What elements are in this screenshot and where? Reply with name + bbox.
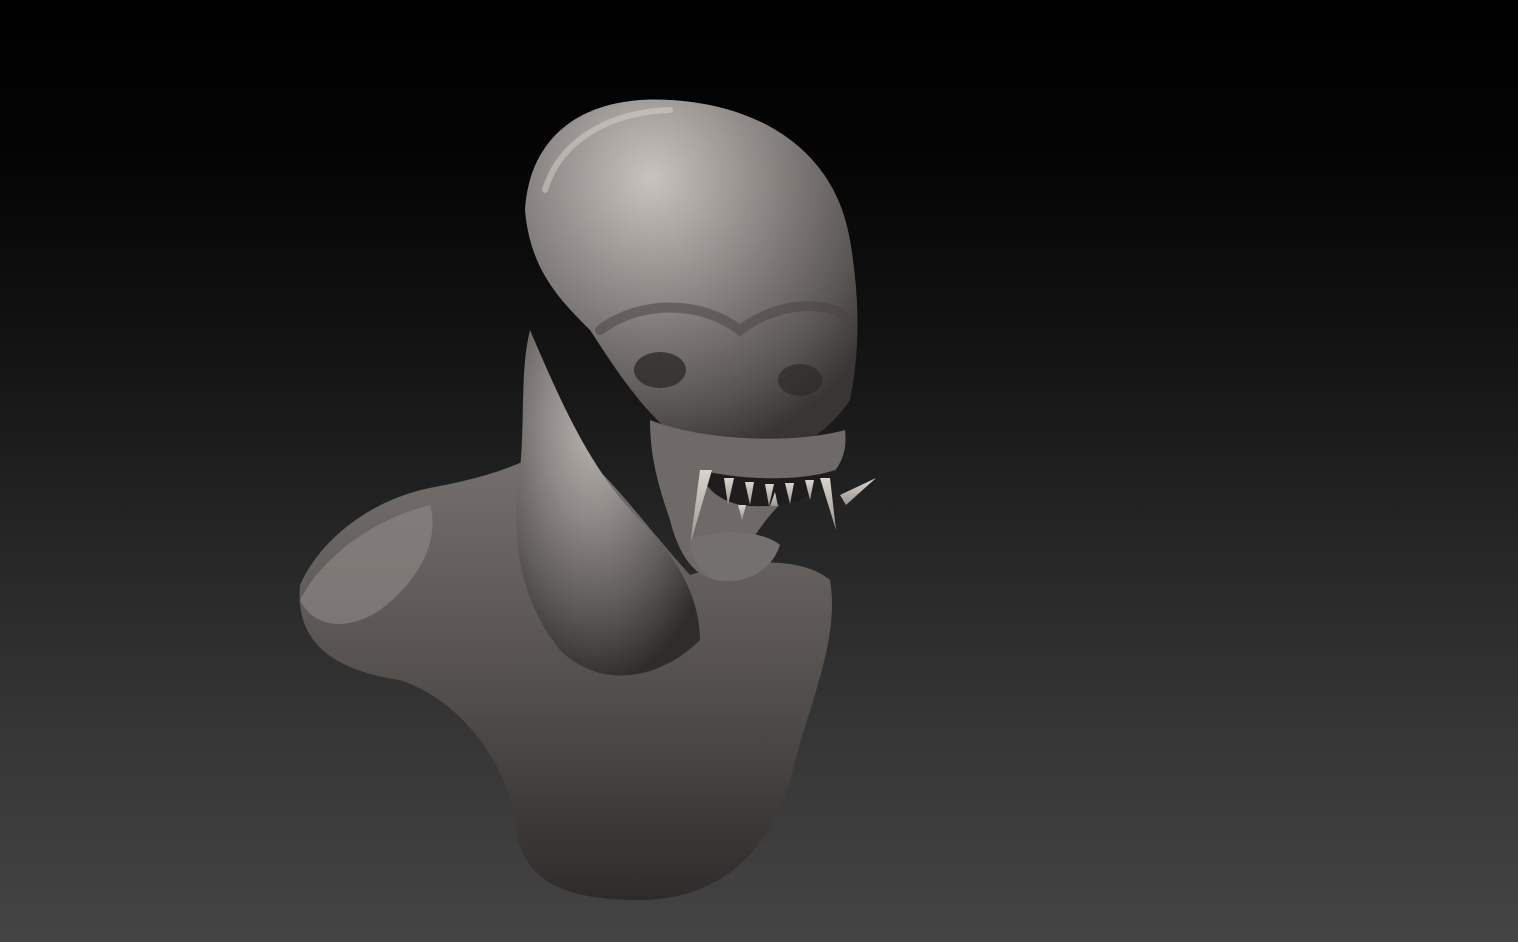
bust-head bbox=[525, 99, 858, 457]
3d-viewport-canvas[interactable] bbox=[0, 0, 1518, 942]
tusk bbox=[840, 478, 876, 505]
left-eye-socket bbox=[634, 352, 686, 388]
right-eye-socket bbox=[778, 364, 822, 396]
sculpted-creature-bust[interactable] bbox=[0, 0, 1518, 942]
tooth bbox=[820, 478, 836, 530]
